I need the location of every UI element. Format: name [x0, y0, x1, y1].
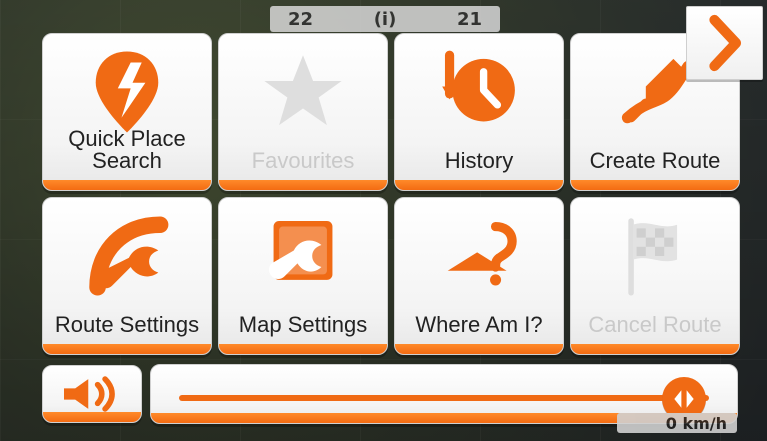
map-status-left: 22 [288, 8, 314, 30]
map-status-bar: 22 (i) 21 [270, 6, 500, 32]
chevron-right-icon [709, 14, 742, 72]
tile-label: Favourites [251, 148, 355, 173]
tile-label: Quick Place Search [68, 126, 186, 173]
map-status-mid: (i) [373, 8, 397, 30]
tile-history[interactable]: History [394, 33, 564, 191]
tile-route-settings[interactable]: Route Settings [42, 197, 212, 355]
tile-quick-place-search[interactable]: Quick Place Search [42, 33, 212, 191]
tile-label: Map Settings [238, 312, 368, 337]
map-settings-icon [268, 221, 333, 280]
route-settings-icon [89, 216, 169, 296]
tile-map-settings[interactable]: Map Settings [218, 197, 388, 355]
where-am-i-icon [447, 221, 517, 286]
speed-indicator: 0 km/h [617, 413, 737, 433]
tile-where-am-i[interactable]: Where Am I? [394, 197, 564, 355]
map-status-right: 21 [456, 8, 482, 30]
volume-slider-track [179, 395, 709, 401]
tile-label: Where Am I? [415, 312, 543, 337]
star-icon [264, 55, 342, 126]
quick-place-search-icon [95, 51, 159, 133]
checkered-flag-icon [628, 218, 678, 296]
speed-text: 0 km/h [665, 413, 727, 433]
history-icon [442, 50, 515, 122]
speaker-icon [64, 376, 115, 412]
tile-label: Cancel Route [588, 312, 722, 337]
volume-button[interactable] [42, 365, 142, 423]
tile-label: Create Route [589, 148, 721, 173]
tile-cancel-route[interactable]: Cancel Route [570, 197, 740, 355]
tile-label: Route Settings [54, 312, 200, 337]
tile-label: History [444, 148, 514, 173]
tile-favourites[interactable]: Favourites [218, 33, 388, 191]
next-page-button[interactable] [686, 6, 763, 80]
